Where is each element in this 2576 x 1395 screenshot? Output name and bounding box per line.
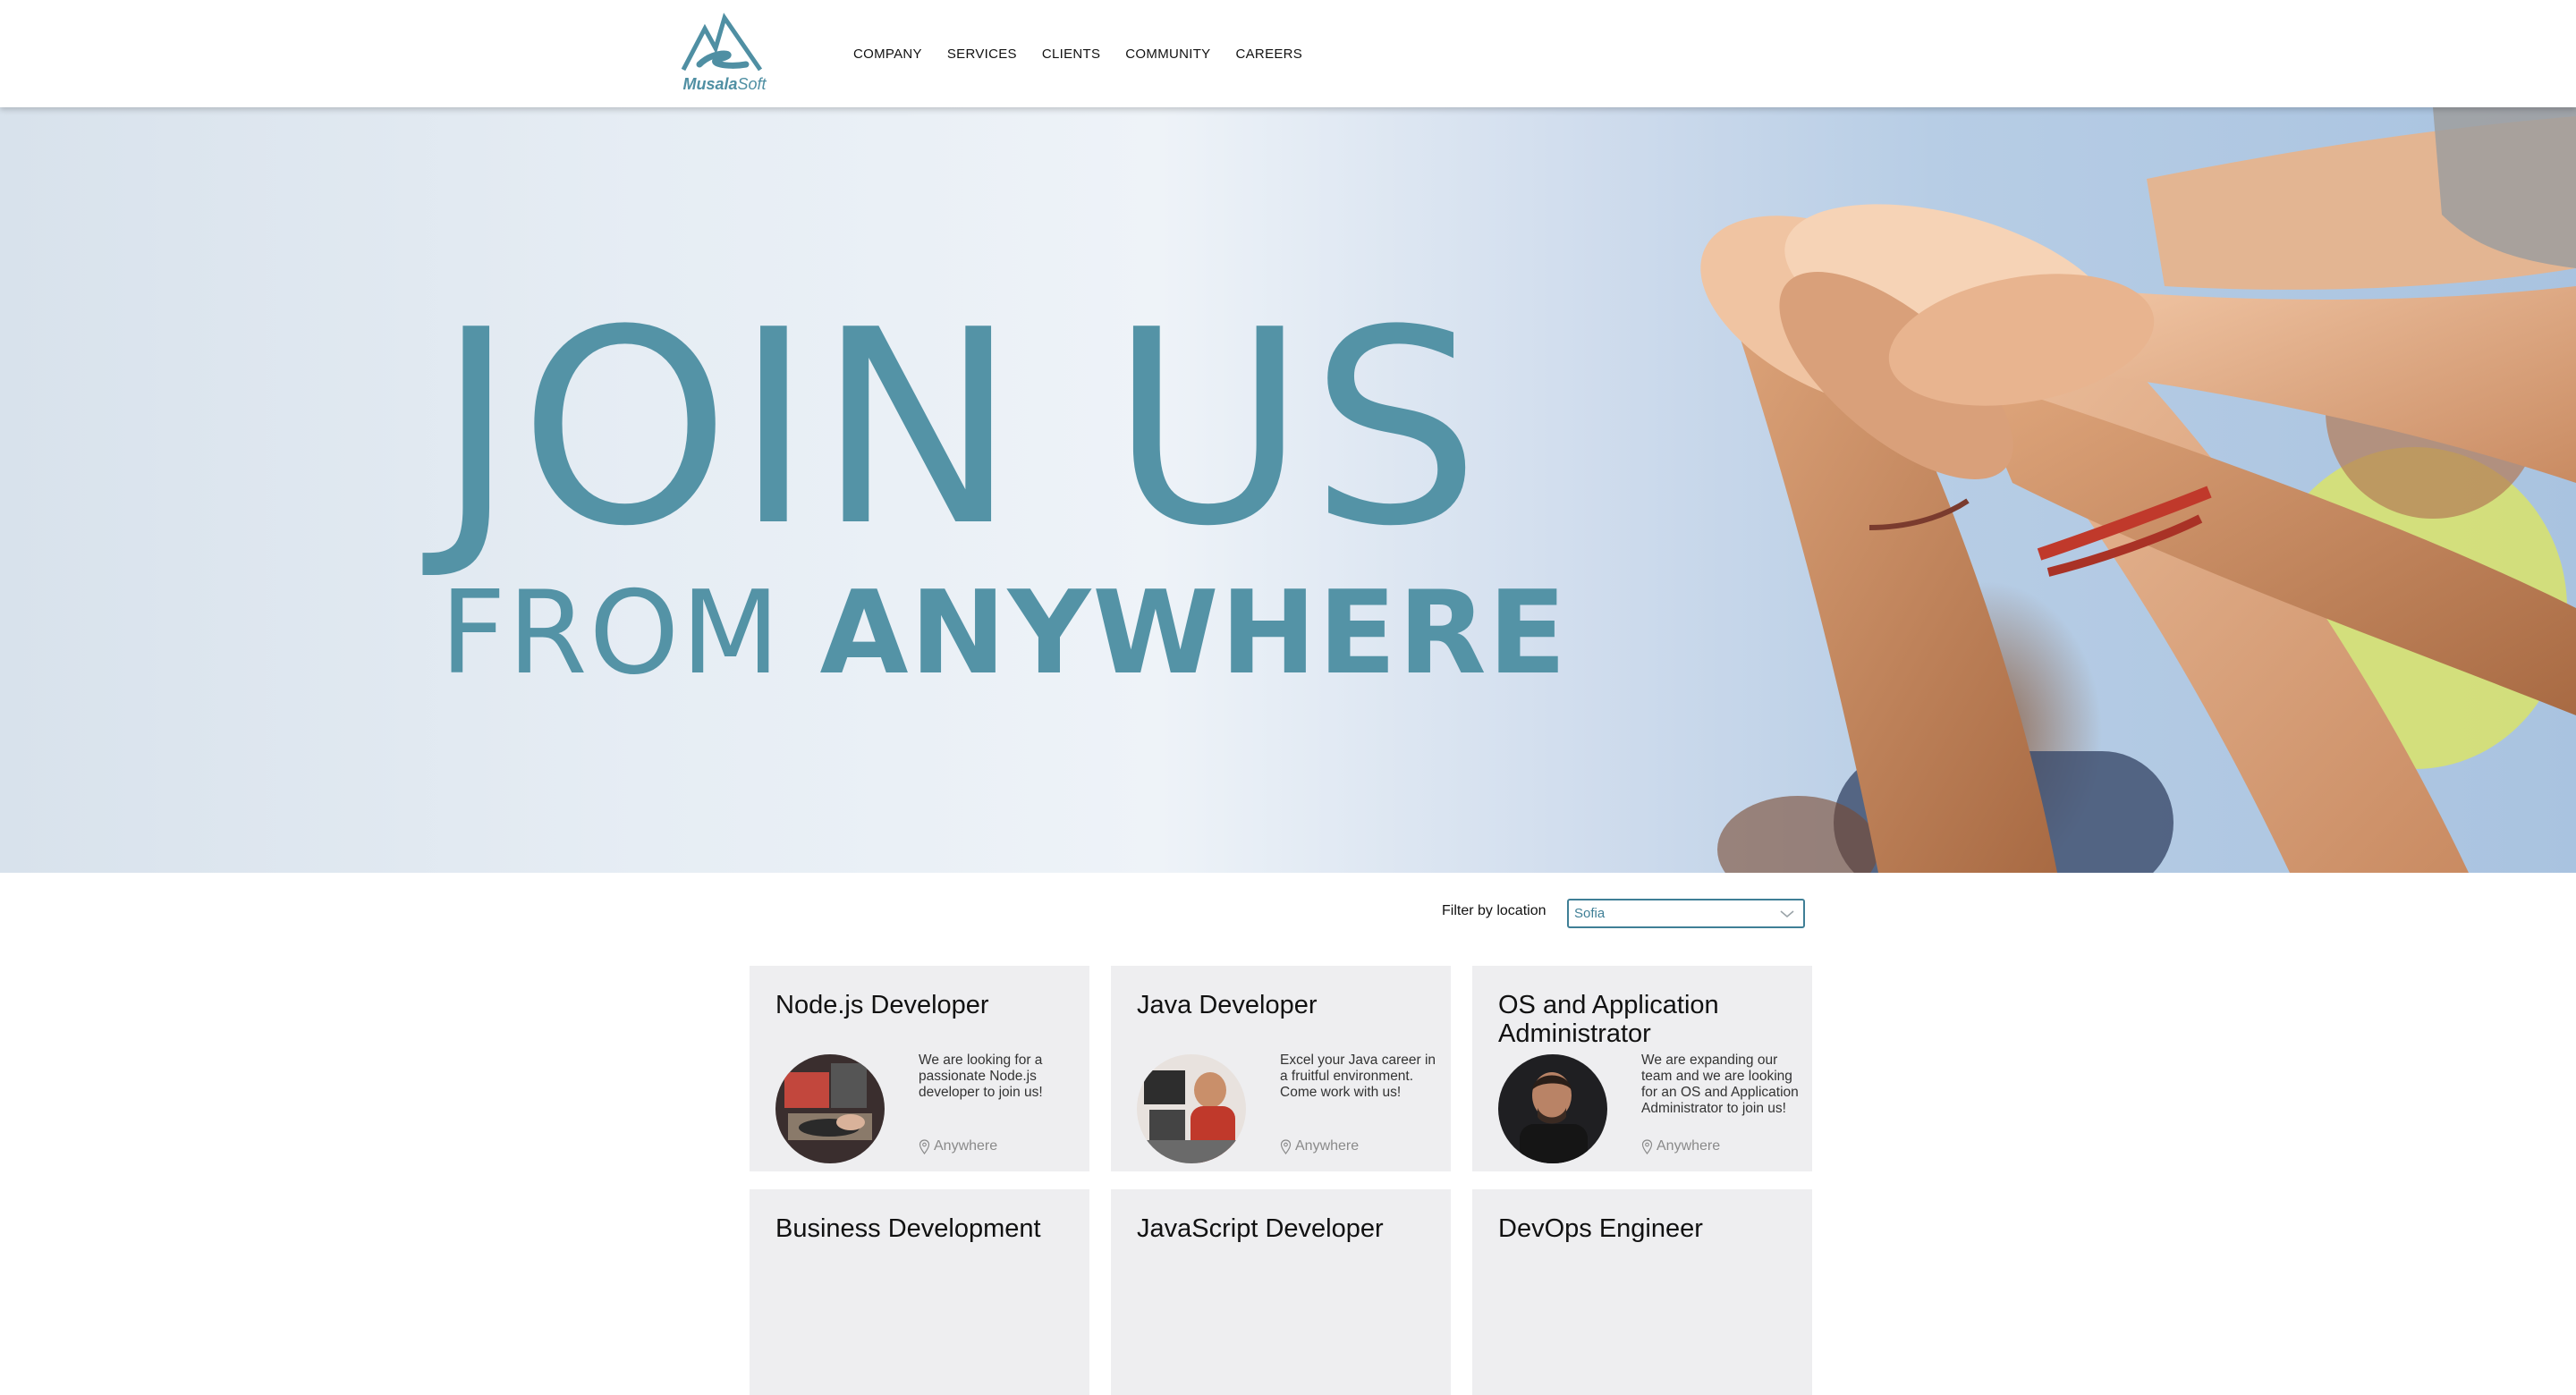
- job-title: Business Development: [775, 1214, 1041, 1243]
- site-header: MusalaSoft COMPANY SERVICES CLIENTS COMM…: [0, 0, 2576, 107]
- filter-label: Filter by location: [1442, 903, 1546, 918]
- location-pin-icon: [1280, 1138, 1292, 1154]
- chevron-down-icon: [1780, 910, 1794, 918]
- job-title: OS and Application Administrator: [1498, 991, 1719, 1048]
- job-title: DevOps Engineer: [1498, 1214, 1703, 1243]
- logo-wordmark: MusalaSoft: [682, 75, 767, 93]
- job-card[interactable]: OS and Application Administrator We are …: [1472, 966, 1812, 1171]
- job-location: Anywhere: [1280, 1138, 1359, 1154]
- job-title: Node.js Developer: [775, 991, 989, 1019]
- location-filter-select[interactable]: Sofia: [1567, 899, 1805, 928]
- hero-subheadline: FROM ANYWHERE: [440, 567, 1569, 700]
- job-title: JavaScript Developer: [1137, 1214, 1384, 1243]
- job-card[interactable]: Java Developer Excel your Java career in…: [1111, 966, 1451, 1171]
- job-description: We are expanding our team and we are loo…: [1641, 1053, 1799, 1116]
- nav-item-company[interactable]: COMPANY: [853, 46, 922, 62]
- main-nav: COMPANY SERVICES CLIENTS COMMUNITY CAREE…: [841, 0, 1315, 107]
- job-description: We are looking for a passionate Node.js …: [919, 1053, 1043, 1100]
- job-photo: [775, 1054, 885, 1163]
- job-photo: [1498, 1054, 1607, 1163]
- job-location: Anywhere: [1641, 1138, 1720, 1154]
- job-location: Anywhere: [919, 1138, 997, 1154]
- job-title: Java Developer: [1137, 991, 1318, 1019]
- hero-banner: JOIN US FROM ANYWHERE: [0, 107, 2576, 873]
- job-description: Excel your Java career in a fruitful env…: [1280, 1053, 1436, 1100]
- job-card[interactable]: Business Development: [750, 1189, 1089, 1395]
- job-card[interactable]: Node.js Developer We are looking for a p…: [750, 966, 1089, 1171]
- job-card[interactable]: DevOps Engineer: [1472, 1189, 1812, 1395]
- filter-selected-value: Sofia: [1574, 906, 1606, 921]
- nav-item-services[interactable]: SERVICES: [947, 46, 1017, 62]
- hero-headline: JOIN US: [436, 273, 1484, 585]
- nav-item-careers[interactable]: CAREERS: [1236, 46, 1303, 62]
- location-pin-icon: [919, 1138, 930, 1154]
- job-photo: [1137, 1054, 1246, 1163]
- job-card[interactable]: JavaScript Developer: [1111, 1189, 1451, 1395]
- location-pin-icon: [1641, 1138, 1653, 1154]
- nav-item-community[interactable]: COMMUNITY: [1125, 46, 1210, 62]
- musalasoft-logo[interactable]: MusalaSoft: [680, 13, 767, 95]
- mountain-logo-icon: [681, 13, 763, 72]
- nav-item-clients[interactable]: CLIENTS: [1042, 46, 1100, 62]
